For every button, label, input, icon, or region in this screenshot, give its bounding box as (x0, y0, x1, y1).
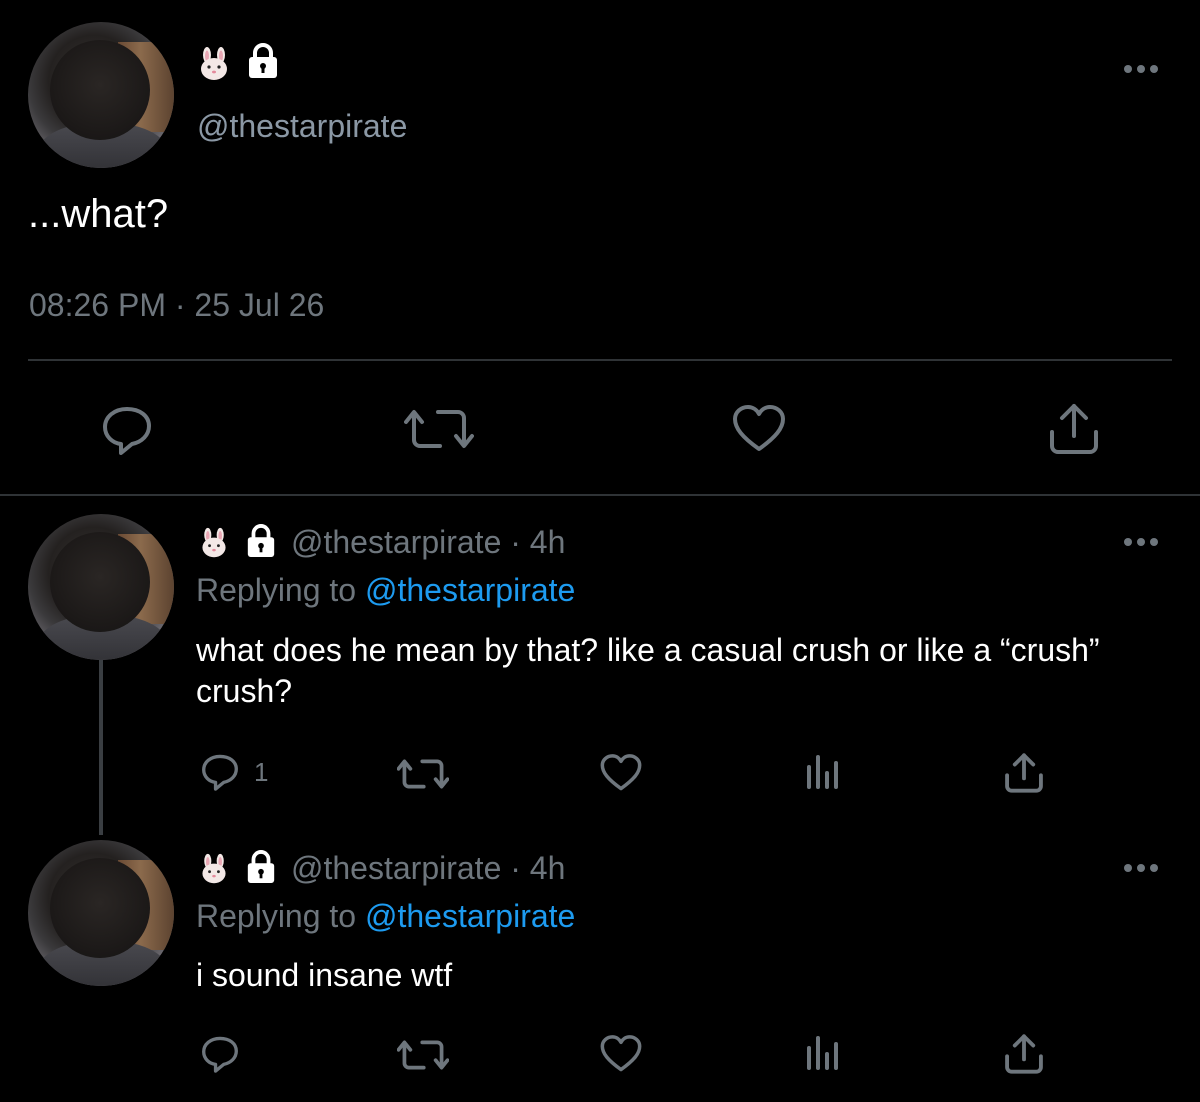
tweet-text: ...what? (28, 192, 169, 236)
analytics-icon[interactable] (804, 1034, 842, 1072)
divider (28, 359, 1172, 361)
tweet-text: what does he mean by that? like a casual… (196, 632, 1100, 709)
rabbit-face-icon (201, 47, 227, 80)
thread-connector (99, 660, 103, 835)
replying-to: Replying to @thestarpirate (196, 572, 575, 609)
like-icon[interactable] (600, 754, 642, 792)
rabbit-face-icon (202, 853, 226, 884)
avatar[interactable] (28, 22, 174, 168)
lock-icon (247, 850, 275, 883)
user-handle-time[interactable]: @thestarpirate · 4h (291, 850, 565, 887)
lock-icon (247, 524, 275, 557)
replying-to-label: Replying to (196, 898, 365, 934)
mention-link[interactable]: @thestarpirate (365, 898, 575, 934)
tweet-text: i sound insane wtf (196, 957, 453, 993)
mention-link[interactable]: @thestarpirate (365, 572, 575, 608)
tweet-timestamp[interactable]: 08:26 PM · 25 Jul 26 (29, 287, 324, 324)
like-icon[interactable] (732, 405, 786, 453)
share-icon[interactable] (1048, 402, 1100, 456)
section-divider (0, 494, 1200, 496)
more-options-icon[interactable] (1122, 63, 1160, 75)
more-options-icon[interactable] (1122, 862, 1160, 874)
reply-icon[interactable] (200, 1034, 240, 1074)
analytics-icon[interactable] (804, 753, 842, 791)
avatar[interactable] (28, 840, 174, 986)
reply-icon[interactable] (100, 403, 154, 457)
retweet-icon[interactable] (404, 404, 474, 454)
reply-icon[interactable] (200, 752, 240, 792)
retweet-icon[interactable] (397, 755, 449, 793)
share-icon[interactable] (1004, 1033, 1044, 1075)
replying-to-label: Replying to (196, 572, 365, 608)
reply-count: 1 (254, 757, 269, 787)
user-handle-time[interactable]: @thestarpirate · 4h (291, 524, 565, 561)
rabbit-face-icon (202, 527, 226, 558)
retweet-icon[interactable] (397, 1036, 449, 1074)
user-handle[interactable]: @thestarpirate (197, 108, 407, 145)
like-icon[interactable] (600, 1035, 642, 1073)
avatar[interactable] (28, 514, 174, 660)
share-icon[interactable] (1004, 752, 1044, 794)
replying-to: Replying to @thestarpirate (196, 898, 575, 935)
lock-icon (249, 43, 277, 78)
more-options-icon[interactable] (1122, 536, 1160, 548)
